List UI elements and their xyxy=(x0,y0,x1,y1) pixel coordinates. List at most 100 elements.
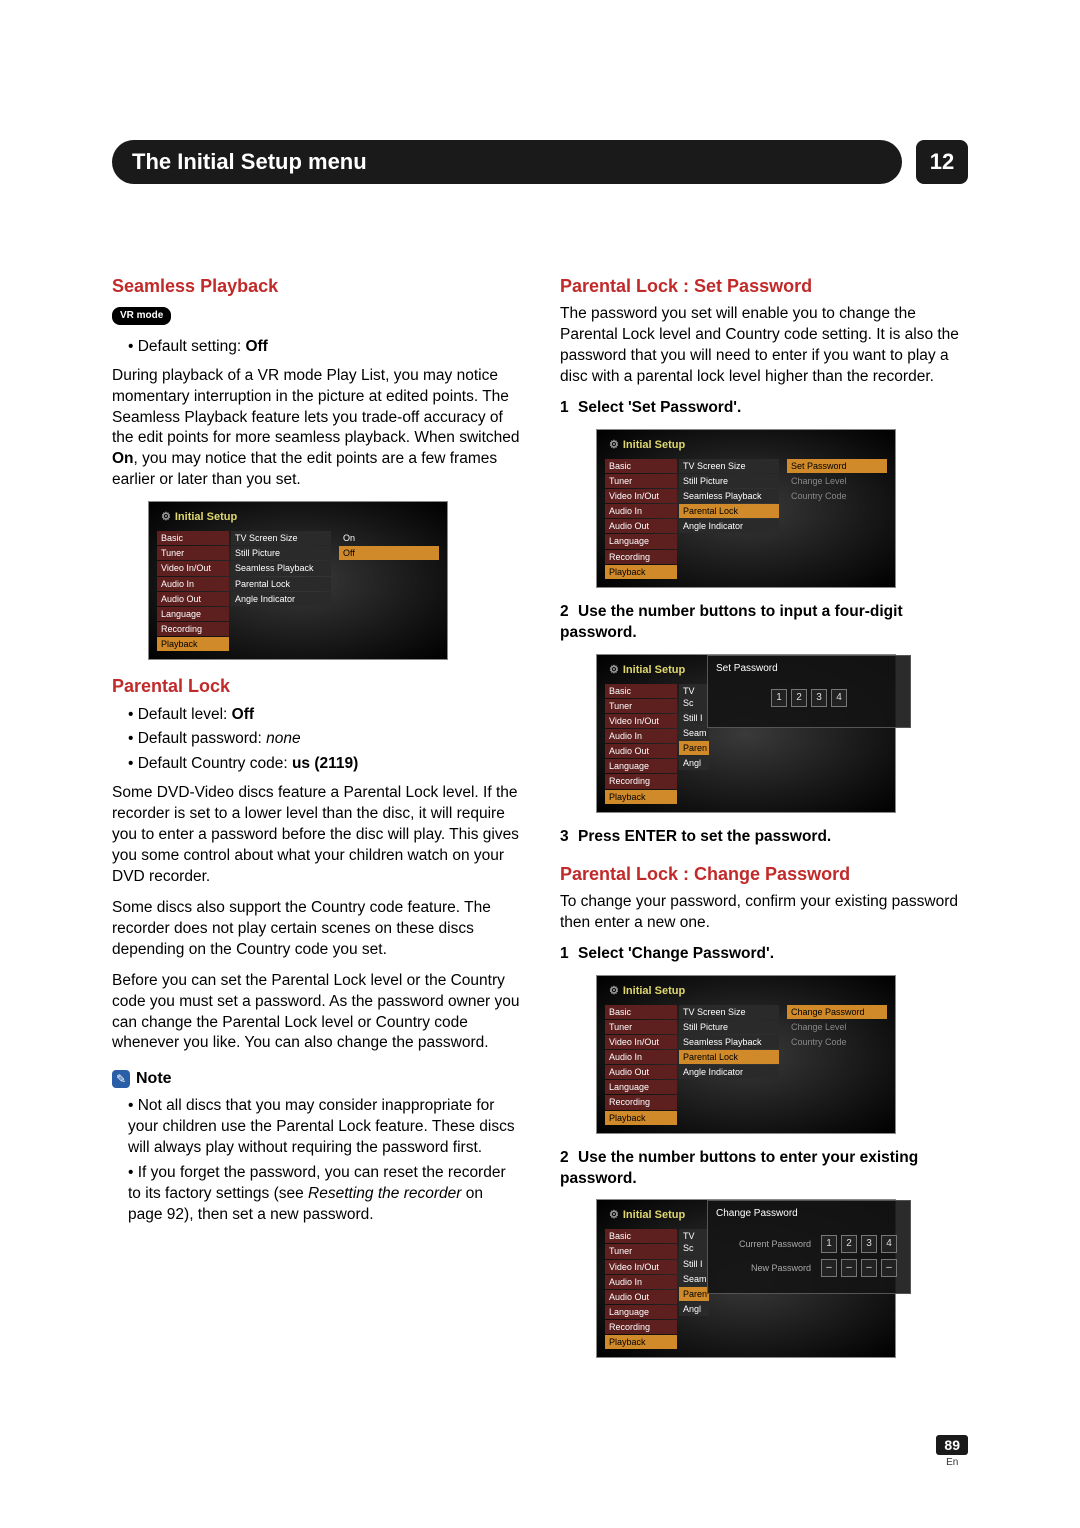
osd-mid-item-active: Parental Lock xyxy=(679,1050,779,1064)
osd-left-item: Recording xyxy=(157,622,229,636)
gear-icon: ⚙ xyxy=(609,438,619,453)
page-number: 89 En xyxy=(936,1435,968,1468)
set-password-intro: The password you set will enable you to … xyxy=(560,304,968,388)
osd-seamless: ⚙Initial Setup Basic Tuner Video In/Out … xyxy=(148,501,448,660)
step-2-set: 2Use the number buttons to input a four-… xyxy=(560,602,968,644)
section-parental-lock: Parental Lock xyxy=(112,674,520,698)
osd-mid-item: Angle Indicator xyxy=(679,519,779,533)
osd-mid-item: Seam xyxy=(679,1272,709,1286)
osd-left-item: Language xyxy=(605,1080,677,1094)
osd-left-item: Language xyxy=(157,607,229,621)
osd-left-item-active: Playback xyxy=(605,565,677,579)
osd-mid-item: Angl xyxy=(679,1302,709,1316)
osd-mid-item: TV Screen Size xyxy=(679,1005,779,1019)
osd-mid-item: Still I xyxy=(679,711,709,725)
osd-left-item: Tuner xyxy=(605,474,677,488)
osd-mid-item-active: Paren xyxy=(679,741,709,755)
gear-icon: ⚙ xyxy=(609,663,619,678)
osd-left-item: Basic xyxy=(605,1005,677,1019)
osd-left-item: Video In/Out xyxy=(157,561,229,575)
current-password-label: Current Password xyxy=(721,1238,811,1250)
osd-left-item: Recording xyxy=(605,1320,677,1334)
osd-left-item: Tuner xyxy=(605,1244,677,1258)
pin-input: 1234 xyxy=(716,689,902,707)
osd-left-item: Basic xyxy=(605,459,677,473)
osd-right-item-selected: Change Password xyxy=(787,1005,887,1019)
osd-left-item: Language xyxy=(605,759,677,773)
osd-mid-item: TV Sc xyxy=(679,684,709,710)
osd-mid-item: Seamless Playback xyxy=(679,489,779,503)
osd-left-item: Audio Out xyxy=(157,592,229,606)
parental-para1: Some DVD-Video discs feature a Parental … xyxy=(112,783,520,888)
osd-left-item: Basic xyxy=(605,1229,677,1243)
vr-mode-badge: VR mode xyxy=(112,307,171,325)
section-set-password: Parental Lock : Set Password xyxy=(560,274,968,298)
osd-left-item: Language xyxy=(605,534,677,548)
osd-left-item: Video In/Out xyxy=(605,1035,677,1049)
osd-right-item: Change Level xyxy=(787,474,887,488)
osd-mid-item: Parental Lock xyxy=(231,577,331,591)
osd-mid-item: TV Sc xyxy=(679,1229,709,1255)
osd-left-item: Video In/Out xyxy=(605,714,677,728)
note-label: Note xyxy=(136,1068,172,1090)
osd-right-item-selected: Off xyxy=(339,546,439,560)
osd-left-item-active: Playback xyxy=(605,1335,677,1349)
osd-change-password-entry: ⚙Initial Setup Basic Tuner Video In/Out … xyxy=(596,1199,896,1358)
osd-left-item: Audio In xyxy=(605,729,677,743)
osd-left-item: Basic xyxy=(605,684,677,698)
section-seamless-playback: Seamless Playback xyxy=(112,274,520,298)
dialog-title: Change Password xyxy=(716,1207,902,1221)
new-password-label: New Password xyxy=(721,1262,811,1274)
osd-set-password-select: ⚙Initial Setup Basic Tuner Video In/Out … xyxy=(596,429,896,588)
osd-right-item-selected: Set Password xyxy=(787,459,887,473)
osd-set-password-entry: ⚙Initial Setup Basic Tuner Video In/Out … xyxy=(596,654,896,813)
header-bar: The Initial Setup menu 12 xyxy=(112,140,968,184)
osd-mid-item: Angle Indicator xyxy=(679,1065,779,1079)
seamless-description: During playback of a VR mode Play List, … xyxy=(112,366,520,492)
osd-left-item: Audio In xyxy=(605,1275,677,1289)
osd-left-item-active: Playback xyxy=(157,637,229,651)
osd-left-item: Language xyxy=(605,1305,677,1319)
osd-left-item: Tuner xyxy=(605,699,677,713)
osd-left-item: Audio Out xyxy=(605,519,677,533)
osd-left-item: Audio Out xyxy=(605,744,677,758)
osd-mid-item-active: Paren xyxy=(679,1287,709,1301)
osd-mid-item: Still Picture xyxy=(679,1020,779,1034)
osd-right-item: Change Level xyxy=(787,1020,887,1034)
parental-para2: Some discs also support the Country code… xyxy=(112,898,520,961)
chapter-number-badge: 12 xyxy=(916,140,968,184)
osd-mid-item: Still Picture xyxy=(231,546,331,560)
header-title-wrap: The Initial Setup menu xyxy=(112,140,902,184)
osd-mid-item-active: Parental Lock xyxy=(679,504,779,518)
osd-left-item: Video In/Out xyxy=(605,489,677,503)
gear-icon: ⚙ xyxy=(161,510,171,525)
note-icon: ✎ xyxy=(112,1070,130,1088)
osd-left-item: Tuner xyxy=(157,546,229,560)
step-1-set: 1Select 'Set Password'. xyxy=(560,398,968,419)
osd-left-item-active: Playback xyxy=(605,790,677,804)
step-1-change: 1Select 'Change Password'. xyxy=(560,944,968,965)
osd-left-item: Video In/Out xyxy=(605,1260,677,1274)
osd-left-item: Audio In xyxy=(157,577,229,591)
osd-change-password-select: ⚙Initial Setup Basic Tuner Video In/Out … xyxy=(596,975,896,1134)
note-item: If you forget the password, you can rese… xyxy=(128,1163,520,1226)
gear-icon: ⚙ xyxy=(609,984,619,999)
step-2-change: 2Use the number buttons to enter your ex… xyxy=(560,1148,968,1190)
parental-default-country: Default Country code: us (2119) xyxy=(128,754,520,775)
osd-mid-item: Seamless Playback xyxy=(679,1035,779,1049)
osd-left-item: Basic xyxy=(157,531,229,545)
osd-mid-item: Angl xyxy=(679,756,709,770)
osd-mid-item: Seam xyxy=(679,726,709,740)
gear-icon: ⚙ xyxy=(609,1208,619,1223)
osd-mid-item: TV Screen Size xyxy=(679,459,779,473)
parental-default-password: Default password: none xyxy=(128,729,520,750)
osd-mid-item: Angle Indicator xyxy=(231,592,331,606)
osd-mid-item: Seamless Playback xyxy=(231,561,331,575)
osd-right-item: Country Code xyxy=(787,1035,887,1049)
right-column: Parental Lock : Set Password The passwor… xyxy=(560,274,968,1372)
osd-right-item: On xyxy=(339,531,439,545)
header-title: The Initial Setup menu xyxy=(132,149,367,175)
osd-left-item: Recording xyxy=(605,1095,677,1109)
osd-left-item: Audio In xyxy=(605,504,677,518)
left-column: Seamless Playback VR mode Default settin… xyxy=(112,274,520,1372)
